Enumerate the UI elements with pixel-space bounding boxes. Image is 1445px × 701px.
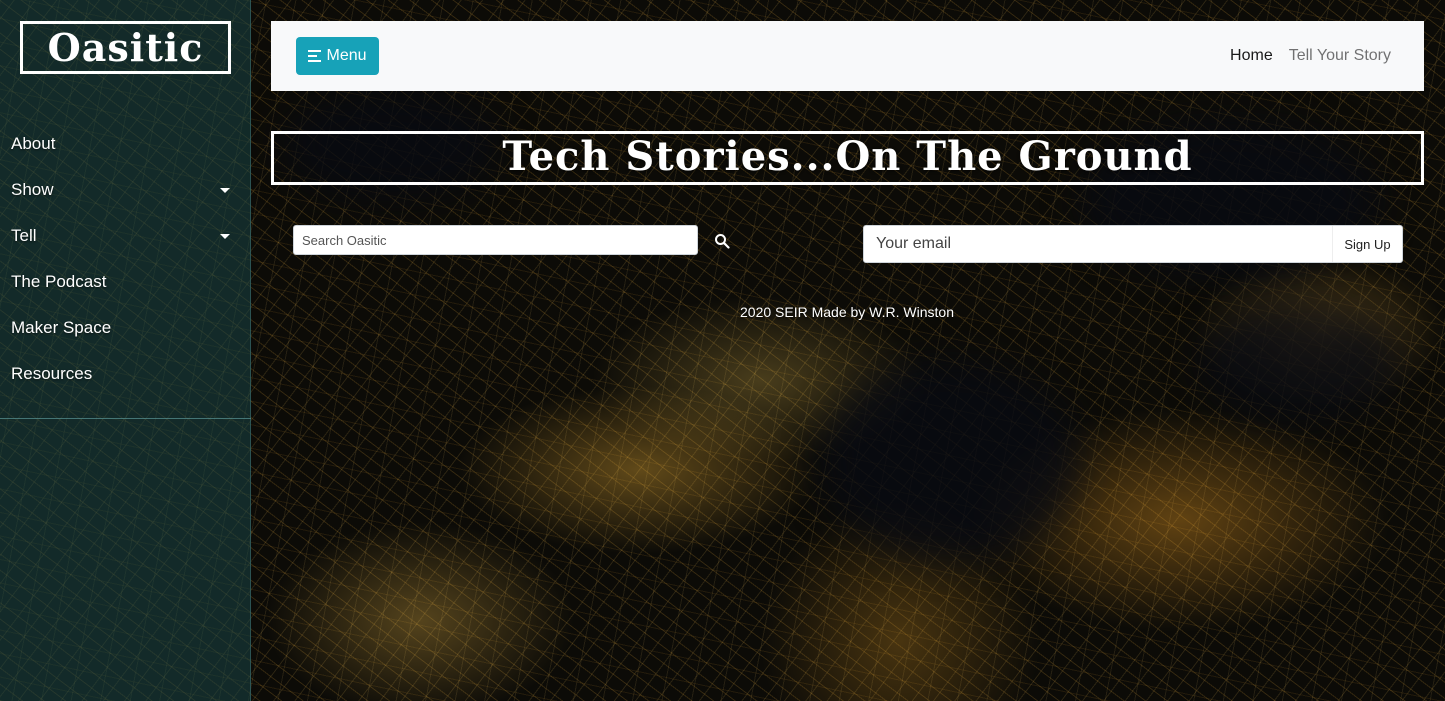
nav-link-home[interactable]: Home [1230,47,1273,65]
top-navbar: Menu Home Tell Your Story [271,21,1424,91]
sidebar-item-label: Show [11,180,54,199]
site-logo[interactable]: Oasitic [20,21,231,74]
background-dark-area [1200,300,1400,420]
sidebar-nav: About Show Tell The Podcast Maker Space … [0,121,251,397]
sidebar-item-maker-space[interactable]: Maker Space [0,305,251,351]
sidebar-item-tell[interactable]: Tell [0,213,251,259]
menu-toggle-button[interactable]: Menu [296,37,379,75]
navbar-links: Home Tell Your Story [1230,21,1391,91]
hero-title: Tech Stories...On The Ground [271,131,1424,185]
nav-link-tell-your-story[interactable]: Tell Your Story [1289,47,1391,65]
footer-credit: 2020 SEIR Made by W.R. Winston [740,304,954,320]
sidebar-item-show[interactable]: Show [0,167,251,213]
search-icon [715,234,730,249]
email-signup-group: Sign Up [863,225,1403,263]
caret-down-icon [220,188,230,193]
email-field[interactable] [864,226,1334,262]
sidebar-item-resources[interactable]: Resources [0,351,251,397]
caret-down-icon [220,234,230,239]
sidebar-item-label: Maker Space [11,318,112,337]
sidebar-item-label: Resources [11,364,93,383]
background-dark-area [820,360,1080,560]
sidebar-item-label: About [11,134,56,153]
menu-button-label: Menu [326,47,367,64]
sidebar: Oasitic About Show Tell The Podcast Make… [0,0,251,701]
search-input[interactable] [293,225,698,255]
hamburger-menu-icon [308,50,322,62]
sidebar-item-the-podcast[interactable]: The Podcast [0,259,251,305]
sidebar-item-label: The Podcast [11,272,107,291]
sidebar-divider [0,418,251,419]
sign-up-button[interactable]: Sign Up [1332,226,1402,262]
sidebar-item-about[interactable]: About [0,121,251,167]
sidebar-item-label: Tell [11,226,37,245]
search-button[interactable] [710,229,734,253]
